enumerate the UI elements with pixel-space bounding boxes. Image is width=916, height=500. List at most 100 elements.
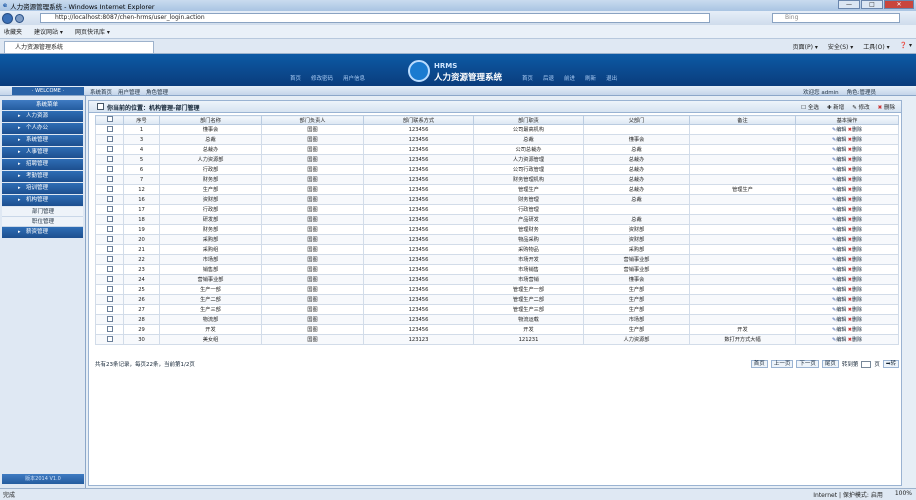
page-menu[interactable]: 页面(P) ▾ bbox=[793, 42, 818, 51]
nav-userinfo-link[interactable]: 用户信息 bbox=[343, 74, 365, 82]
row-checkbox-cell[interactable] bbox=[95, 184, 124, 195]
row-checkbox[interactable] bbox=[106, 125, 113, 132]
sidebar-item-recruit[interactable]: 招聘管理 bbox=[2, 159, 83, 170]
row-checkbox-cell[interactable] bbox=[95, 254, 124, 265]
quick-link-roles[interactable]: 角色管理 bbox=[146, 88, 168, 96]
row-checkbox-cell[interactable] bbox=[95, 154, 124, 165]
table-row[interactable]: 30 美女组 国图 123123 121231 人力资源部 数打开方式大幅 ✎编辑 ✖删除 bbox=[95, 334, 899, 345]
page-number-input[interactable] bbox=[861, 360, 872, 368]
row-delete-link[interactable]: 删除 bbox=[852, 317, 862, 323]
row-checkbox[interactable] bbox=[106, 195, 113, 202]
row-checkbox-cell[interactable] bbox=[95, 314, 124, 325]
table-row[interactable]: 29 开发 国图 123456 开发 生产部 开发 ✎编辑 ✖删除 bbox=[95, 324, 899, 335]
row-edit-link[interactable]: 编辑 bbox=[836, 307, 846, 313]
row-edit-link[interactable]: 编辑 bbox=[836, 287, 846, 293]
web-slice-link[interactable]: 网页快讯库 ▾ bbox=[75, 27, 110, 36]
row-edit-link[interactable]: 编辑 bbox=[836, 337, 846, 343]
row-delete-link[interactable]: 删除 bbox=[852, 307, 862, 313]
row-checkbox[interactable] bbox=[106, 145, 113, 152]
nav-back[interactable]: 后退 bbox=[543, 74, 554, 82]
row-delete-link[interactable]: 删除 bbox=[852, 227, 862, 233]
help-menu[interactable]: ❓ ▾ bbox=[900, 42, 912, 51]
row-checkbox-cell[interactable] bbox=[95, 234, 124, 245]
row-checkbox[interactable] bbox=[106, 155, 113, 162]
safety-menu[interactable]: 安全(S) ▾ bbox=[828, 42, 853, 51]
table-row[interactable]: 27 生产三部 国图 123456 管理生产三部 生产部 ✎编辑 ✖删除 bbox=[95, 304, 899, 315]
nav-forward[interactable]: 前进 bbox=[564, 74, 575, 82]
table-row[interactable]: 28 物流部 国图 123456 物流运载 市场部 ✎编辑 ✖删除 bbox=[95, 314, 899, 325]
nav-logout[interactable]: 退出 bbox=[606, 74, 617, 82]
sidebar-item-office[interactable]: 个人办公 bbox=[2, 123, 83, 134]
row-delete-link[interactable]: 删除 bbox=[852, 277, 862, 283]
row-checkbox-cell[interactable] bbox=[95, 134, 124, 145]
row-edit-link[interactable]: 编辑 bbox=[836, 127, 846, 133]
row-delete-link[interactable]: 删除 bbox=[852, 167, 862, 173]
tools-menu[interactable]: 工具(O) ▾ bbox=[863, 42, 889, 51]
row-delete-link[interactable]: 删除 bbox=[852, 257, 862, 263]
row-checkbox[interactable] bbox=[106, 165, 113, 172]
table-row[interactable]: 26 生产二部 国图 123456 管理生产二部 生产部 ✎编辑 ✖删除 bbox=[95, 294, 899, 305]
row-checkbox-cell[interactable] bbox=[95, 244, 124, 255]
table-row[interactable]: 22 市场部 国图 123456 市场开发 营销事业部 ✎编辑 ✖删除 bbox=[95, 254, 899, 265]
row-edit-link[interactable]: 编辑 bbox=[836, 207, 846, 213]
table-row[interactable]: 12 生产部 国图 123456 管理生产 总裁办 管理生产 ✎编辑 ✖删除 bbox=[95, 184, 899, 195]
row-checkbox[interactable] bbox=[106, 205, 113, 212]
forward-button[interactable] bbox=[15, 13, 24, 23]
row-checkbox-cell[interactable] bbox=[95, 284, 124, 295]
suggested-sites-link[interactable]: 建议网站 ▾ bbox=[34, 27, 63, 36]
row-edit-link[interactable]: 编辑 bbox=[836, 147, 846, 153]
row-checkbox[interactable] bbox=[106, 245, 113, 252]
last-page-button[interactable]: 尾页 bbox=[821, 360, 839, 368]
table-row[interactable]: 6 行政部 国图 123456 公司行政管理 总裁办 ✎编辑 ✖删除 bbox=[95, 164, 899, 175]
delete-button[interactable]: ✖ 删除 bbox=[878, 103, 895, 111]
row-edit-link[interactable]: 编辑 bbox=[836, 317, 846, 323]
edit-button[interactable]: ✎ 修改 bbox=[852, 103, 869, 111]
row-edit-link[interactable]: 编辑 bbox=[836, 187, 846, 193]
row-checkbox-cell[interactable] bbox=[95, 274, 124, 285]
row-checkbox-cell[interactable] bbox=[95, 174, 124, 185]
row-checkbox[interactable] bbox=[106, 325, 113, 332]
row-edit-link[interactable]: 编辑 bbox=[836, 217, 846, 223]
row-delete-link[interactable]: 删除 bbox=[852, 187, 862, 193]
add-button[interactable]: ✚ 新增 bbox=[827, 103, 844, 111]
row-delete-link[interactable]: 删除 bbox=[852, 137, 862, 143]
row-checkbox[interactable] bbox=[106, 315, 113, 322]
go-button[interactable]: ➡转 bbox=[882, 360, 899, 368]
row-edit-link[interactable]: 编辑 bbox=[836, 277, 846, 283]
nav-home-link[interactable]: 首页 bbox=[290, 74, 301, 82]
quick-link-users[interactable]: 用户管理 bbox=[118, 88, 140, 96]
sidebar-item-attendance[interactable]: 考勤管理 bbox=[2, 171, 83, 182]
row-delete-link[interactable]: 删除 bbox=[852, 207, 862, 213]
sidebar-item-personnel[interactable]: 人事管理 bbox=[2, 147, 83, 158]
row-delete-link[interactable]: 删除 bbox=[852, 327, 862, 333]
row-checkbox[interactable] bbox=[106, 265, 113, 272]
row-checkbox-cell[interactable] bbox=[95, 324, 124, 335]
row-edit-link[interactable]: 编辑 bbox=[836, 197, 846, 203]
nav-right-home[interactable]: 首页 bbox=[522, 74, 533, 82]
table-row[interactable]: 20 采购部 国图 123456 物品采购 资财部 ✎编辑 ✖删除 bbox=[95, 234, 899, 245]
table-row[interactable]: 18 研发部 国图 123456 产品研发 总裁 ✎编辑 ✖删除 bbox=[95, 214, 899, 225]
table-row[interactable]: 5 人力资源部 国图 123456 人力资源管理 总裁办 ✎编辑 ✖删除 bbox=[95, 154, 899, 165]
browser-tab[interactable]: 人力资源管理系统 bbox=[4, 41, 154, 53]
row-edit-link[interactable]: 编辑 bbox=[836, 327, 846, 333]
row-checkbox[interactable] bbox=[106, 215, 113, 222]
row-delete-link[interactable]: 删除 bbox=[852, 127, 862, 133]
table-row[interactable]: 3 总裁 国图 123456 总裁 懂事会 ✎编辑 ✖删除 bbox=[95, 134, 899, 145]
row-checkbox[interactable] bbox=[106, 255, 113, 262]
sidebar-item-salary[interactable]: 薪资管理 bbox=[2, 227, 83, 238]
sidebar-item-hr[interactable]: 人力资源 bbox=[2, 111, 83, 122]
row-checkbox[interactable] bbox=[106, 285, 113, 292]
row-checkbox-cell[interactable] bbox=[95, 214, 124, 225]
table-row[interactable]: 21 采购组 国图 123456 采购物品 采购部 ✎编辑 ✖删除 bbox=[95, 244, 899, 255]
row-edit-link[interactable]: 编辑 bbox=[836, 267, 846, 273]
url-input[interactable]: http://localhost:8087/chen-hrms/user_log… bbox=[40, 13, 710, 23]
row-edit-link[interactable]: 编辑 bbox=[836, 297, 846, 303]
row-checkbox[interactable] bbox=[106, 225, 113, 232]
row-delete-link[interactable]: 删除 bbox=[852, 247, 862, 253]
select-all-button[interactable]: ☐ 全选 bbox=[801, 103, 819, 111]
quick-link-home[interactable]: 系统首页 bbox=[90, 88, 112, 96]
maximize-button[interactable]: □ bbox=[861, 0, 883, 9]
row-edit-link[interactable]: 编辑 bbox=[836, 257, 846, 263]
table-row[interactable]: 17 行政部 国图 123456 行政管理 ✎编辑 ✖删除 bbox=[95, 204, 899, 215]
row-edit-link[interactable]: 编辑 bbox=[836, 237, 846, 243]
